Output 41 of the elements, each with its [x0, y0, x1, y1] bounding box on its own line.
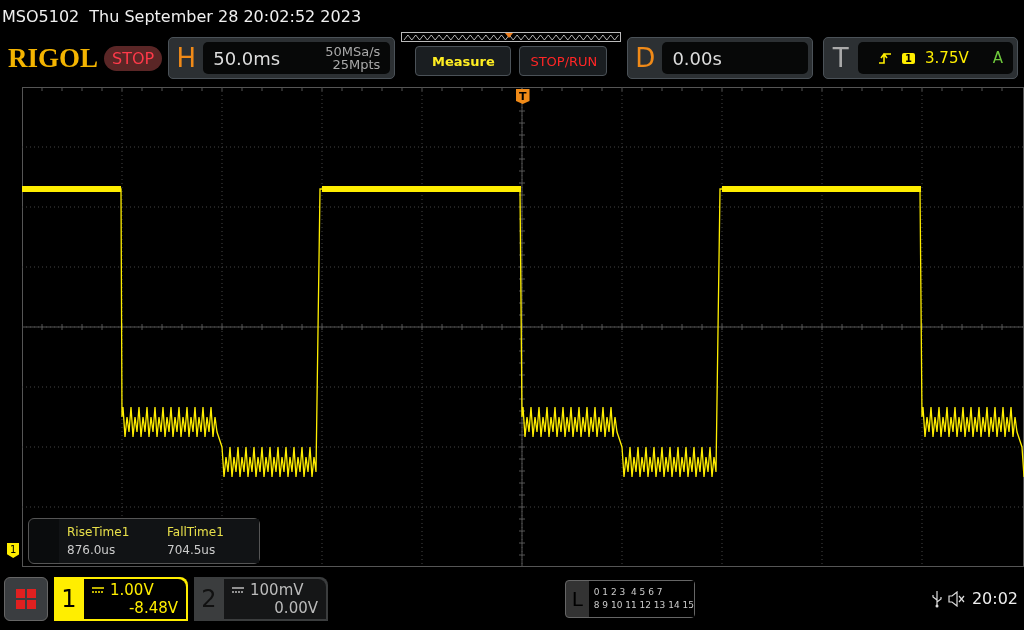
- channel-offset: 0.00V: [274, 598, 318, 617]
- measurement-value: 876.0us: [67, 543, 117, 557]
- logo: RIGOL: [8, 42, 99, 74]
- trigger-label: T: [831, 43, 850, 73]
- clock: 20:02: [971, 589, 1018, 608]
- model-name: MSO5102: [2, 6, 80, 26]
- measurement-name: FallTime1: [167, 525, 225, 539]
- horizontal-panel[interactable]: H 50.0ms 50MSa/s 25Mpts: [168, 37, 396, 79]
- grid-icon: [15, 587, 37, 610]
- delay-value: 0.00s: [672, 47, 723, 69]
- channel-scale: 100mV: [250, 580, 304, 599]
- logic-channels-row: 8 9 10 11 12 13 14 15: [593, 600, 694, 610]
- trigger-mode: A: [992, 49, 1003, 67]
- speaker-muted-icon: [947, 590, 966, 607]
- sample-rate: 50MSa/s: [325, 45, 381, 58]
- measurement-name: RiseTime1: [67, 525, 131, 539]
- channel-scale: 1.00V: [110, 580, 154, 599]
- channel-panel[interactable]: 1 1.00V -8.48V: [54, 576, 188, 621]
- menu-button[interactable]: [4, 576, 48, 621]
- channel-offset-marker: 1: [7, 543, 20, 558]
- measurement-value: 704.5us: [167, 543, 217, 557]
- trigger-source-badge: 1: [902, 52, 916, 64]
- horizontal-label: H: [175, 43, 197, 73]
- dc-coupling-icon: [92, 586, 104, 593]
- rising-edge-icon: [878, 51, 893, 65]
- measure-button[interactable]: Measure: [415, 46, 512, 76]
- dc-coupling-icon: [232, 586, 244, 593]
- trigger-position-marker: T: [516, 89, 530, 104]
- delay-panel[interactable]: D 0.00s: [627, 37, 813, 79]
- stop-run-button[interactable]: STOP/RUN: [519, 46, 608, 76]
- date-time: Thu September 28 20:02:52 2023: [89, 6, 362, 26]
- memory-depth: 25Mpts: [332, 58, 381, 71]
- run-state-badge: STOP: [104, 45, 163, 71]
- trigger-panel[interactable]: T 1 3.75V A: [822, 37, 1018, 79]
- channel-number: 1: [60, 583, 78, 615]
- usb-icon: [931, 589, 942, 608]
- trigger-level: 3.75V: [925, 49, 969, 67]
- channel-offset: -8.48V: [128, 598, 178, 617]
- timebase-value: 50.0ms: [213, 47, 282, 69]
- delay-label: D: [634, 43, 657, 73]
- logic-channels-row-text: 0 1 2 3 4 5 6 7: [593, 587, 664, 597]
